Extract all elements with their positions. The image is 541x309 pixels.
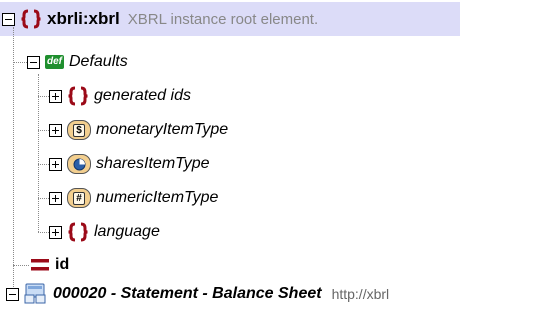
hguide-c3 [38,164,49,165]
guide-level0 [13,27,14,297]
shares-item-type-label: sharesItemType [96,155,210,172]
tree-row-defaults[interactable]: def Defaults [27,47,128,77]
tree-row-balance-sheet-statement[interactable]: 000020 - Statement - Balance Sheet http:… [6,279,389,309]
generated-ids-label: generated ids [94,87,191,104]
tree-row-id-attribute[interactable]: id [30,250,69,280]
tree-row-monetary-item-type[interactable]: $ monetaryItemType [49,115,228,145]
collapse-toggle[interactable] [6,287,19,301]
pie-type-icon [67,154,91,174]
defaults-label: Defaults [69,53,128,70]
hguide-id [13,265,29,266]
collapse-toggle[interactable] [2,12,15,26]
tree-row-shares-item-type[interactable]: sharesItemType [49,149,210,179]
hguide-c5 [38,232,49,233]
id-attribute-label: id [55,256,70,273]
dollar-type-icon: $ [67,120,91,140]
root-element-label: xbrli:xbrl [47,9,120,28]
collapse-toggle[interactable] [27,55,40,69]
xbrl-tree: xbrli:xbrl XBRL instance root element. d… [0,0,541,307]
hguide-defaults [13,62,27,63]
balance-sheet-statement-label: 000020 - Statement - Balance Sheet [53,285,322,302]
element-braces-icon [67,86,89,106]
language-label: language [94,223,160,240]
def-badge-icon: def [45,55,64,69]
hguide-c1 [38,96,49,97]
tree-row-numeric-item-type[interactable]: # numericItemType [49,183,218,213]
expand-toggle[interactable] [49,225,62,239]
tree-row-root[interactable]: xbrli:xbrl XBRL instance root element. [2,4,318,34]
expand-toggle[interactable] [49,191,62,205]
monetary-item-type-label: monetaryItemType [96,121,229,138]
expand-toggle[interactable] [49,89,62,103]
element-braces-icon [20,9,42,29]
attribute-equals-icon [30,258,50,272]
guide-level1 [38,74,39,232]
element-braces-icon [67,222,89,242]
hguide-c2 [38,130,49,131]
expand-toggle[interactable] [49,157,62,171]
linkrole-network-icon [24,283,48,305]
expand-toggle[interactable] [49,123,62,137]
hguide-c4 [38,198,49,199]
hash-type-icon: # [67,188,91,208]
tree-row-language[interactable]: language [49,217,160,247]
statement-role-uri: http://xbrl [331,286,390,302]
tree-row-generated-ids[interactable]: generated ids [49,81,191,111]
numeric-item-type-label: numericItemType [96,189,219,206]
root-element-description: XBRL instance root element. [127,10,319,28]
